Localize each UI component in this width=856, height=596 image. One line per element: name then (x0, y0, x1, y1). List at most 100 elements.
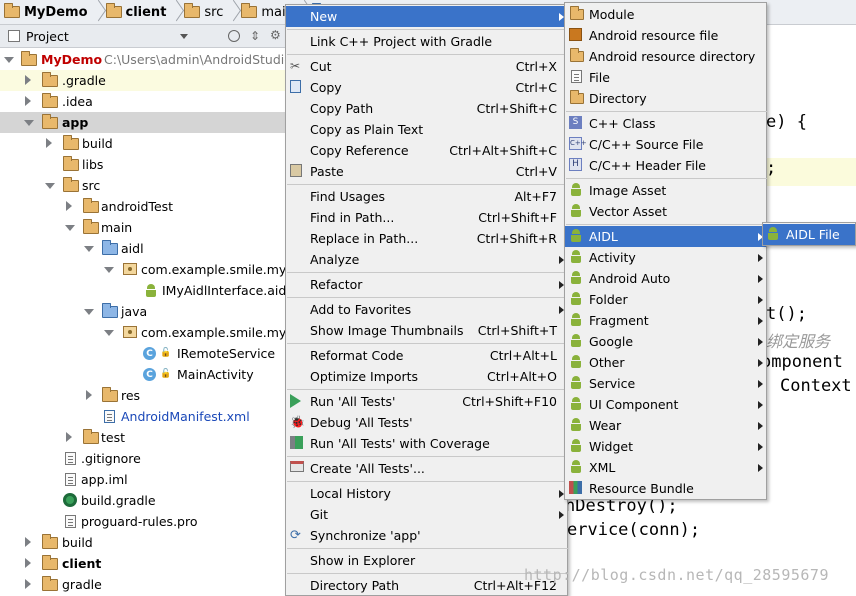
expand-arrow-icon[interactable] (86, 390, 92, 400)
tree-item-build[interactable]: build (0, 133, 285, 154)
new-item-file[interactable]: File (565, 67, 766, 88)
breadcrumb-item-src[interactable]: src (180, 0, 227, 24)
tree-item-androidtest[interactable]: androidTest (0, 196, 285, 217)
tree-item-gradle[interactable]: .gradle (0, 70, 285, 91)
tree-item-test[interactable]: test (0, 427, 285, 448)
tree-item-proguard[interactable]: proguard-rules.pro (0, 511, 285, 532)
expand-arrow-icon[interactable] (25, 96, 31, 106)
menu-item-copy-plain[interactable]: Copy as Plain Text (286, 119, 567, 140)
tree-item-mydemo[interactable]: MyDemo C:\Users\admin\AndroidStudio (0, 49, 285, 70)
tree-item-app[interactable]: app (0, 112, 285, 133)
tree-item-build-gradle[interactable]: build.gradle (0, 490, 285, 511)
expand-arrow-icon[interactable] (104, 267, 114, 273)
new-item-folder[interactable]: Folder (565, 289, 766, 310)
new-item-widget[interactable]: Widget (565, 436, 766, 457)
expand-arrow-icon[interactable] (25, 75, 31, 85)
tree-item-gradle-dir[interactable]: gradle (0, 574, 285, 595)
menu-item-copy-path[interactable]: Copy Path Ctrl+Shift+C (286, 98, 567, 119)
menu-item-git[interactable]: Git (286, 504, 567, 525)
tree-item-res[interactable]: res (0, 385, 285, 406)
expand-arrow-icon[interactable] (66, 432, 72, 442)
menu-item-run-tests[interactable]: Run 'All Tests' Ctrl+Shift+F10 (286, 391, 567, 412)
target-icon[interactable] (228, 30, 240, 42)
collapse-icon[interactable]: ⇕ (250, 29, 260, 43)
menu-item-cut[interactable]: ✂ Cut Ctrl+X (286, 56, 567, 77)
expand-arrow-icon[interactable] (84, 309, 94, 315)
menu-item-refactor[interactable]: Refactor (286, 274, 567, 295)
menu-item-local-history[interactable]: Local History (286, 483, 567, 504)
new-item-module[interactable]: Module (565, 4, 766, 25)
new-item-cpp-source[interactable]: C++ C/C++ Source File (565, 134, 766, 155)
gear-icon[interactable]: ⚙ (270, 28, 281, 42)
new-item-android-auto[interactable]: Android Auto (565, 268, 766, 289)
new-item-xml[interactable]: XML (565, 457, 766, 478)
project-view-selector[interactable]: Project (26, 29, 69, 44)
breadcrumb-item-mydemo[interactable]: MyDemo (0, 0, 92, 24)
expand-arrow-icon[interactable] (66, 201, 72, 211)
new-item-fragment[interactable]: Fragment (565, 310, 766, 331)
new-item-resource-directory[interactable]: Android resource directory (565, 46, 766, 67)
new-item-other[interactable]: Other (565, 352, 766, 373)
tree-item-java[interactable]: java (0, 301, 285, 322)
tree-item-manifest[interactable]: AndroidManifest.xml (0, 406, 285, 427)
expand-arrow-icon[interactable] (84, 246, 94, 252)
tree-item-idea[interactable]: .idea (0, 91, 285, 112)
expand-arrow-icon[interactable] (25, 579, 31, 589)
new-item-directory[interactable]: Directory (565, 88, 766, 109)
expand-arrow-icon[interactable] (46, 138, 52, 148)
menu-item-link-cpp[interactable]: Link C++ Project with Gradle (286, 31, 567, 52)
menu-item-synchronize[interactable]: ⟳ Synchronize 'app' (286, 525, 567, 546)
menu-item-copy[interactable]: Copy Ctrl+C (286, 77, 567, 98)
tree-item-src[interactable]: src (0, 175, 285, 196)
tree-item-mainactivity[interactable]: C 🔓 MainActivity (0, 364, 285, 385)
tree-item-gitignore[interactable]: .gitignore (0, 448, 285, 469)
tree-item-aidl-file[interactable]: IMyAidlInterface.aidl (0, 280, 285, 301)
expand-arrow-icon[interactable] (4, 57, 14, 63)
menu-item-show-thumbnails[interactable]: Show Image Thumbnails Ctrl+Shift+T (286, 320, 567, 341)
new-item-wear[interactable]: Wear (565, 415, 766, 436)
new-item-google[interactable]: Google (565, 331, 766, 352)
menu-item-debug-tests[interactable]: 🐞 Debug 'All Tests' (286, 412, 567, 433)
tree-item-aidl-package[interactable]: com.example.smile.myde (0, 259, 285, 280)
menu-item-analyze[interactable]: Analyze (286, 249, 567, 270)
aidl-item-file[interactable]: AIDL File (763, 224, 855, 245)
expand-arrow-icon[interactable] (65, 225, 75, 231)
expand-arrow-icon[interactable] (25, 537, 31, 547)
new-item-image-asset[interactable]: Image Asset (565, 180, 766, 201)
menu-item-optimize-imports[interactable]: Optimize Imports Ctrl+Alt+O (286, 366, 567, 387)
tree-item-libs[interactable]: libs (0, 154, 285, 175)
menu-item-find-in-path[interactable]: Find in Path... Ctrl+Shift+F (286, 207, 567, 228)
menu-item-new[interactable]: New (286, 6, 567, 27)
new-item-cpp-header[interactable]: H C/C++ Header File (565, 155, 766, 176)
new-item-cpp-class[interactable]: S C++ Class (565, 113, 766, 134)
menu-item-reformat[interactable]: Reformat Code Ctrl+Alt+L (286, 345, 567, 366)
new-item-ui-component[interactable]: UI Component (565, 394, 766, 415)
new-item-vector-asset[interactable]: Vector Asset (565, 201, 766, 222)
chevron-down-icon[interactable] (180, 34, 188, 39)
menu-item-add-favorites[interactable]: Add to Favorites (286, 299, 567, 320)
tree-item-root-build[interactable]: build (0, 532, 285, 553)
expand-arrow-icon[interactable] (45, 183, 55, 189)
expand-arrow-icon[interactable] (104, 330, 114, 336)
menu-item-find-usages[interactable]: Find Usages Alt+F7 (286, 186, 567, 207)
expand-arrow-icon[interactable] (24, 120, 34, 126)
tree-item-aidl[interactable]: aidl (0, 238, 285, 259)
tree-item-client[interactable]: client (0, 553, 285, 574)
tree-item-iremoteservice[interactable]: C 🔓 IRemoteService (0, 343, 285, 364)
menu-item-copy-reference[interactable]: Copy Reference Ctrl+Alt+Shift+C (286, 140, 567, 161)
menu-item-paste[interactable]: Paste Ctrl+V (286, 161, 567, 182)
new-item-service[interactable]: Service (565, 373, 766, 394)
menu-item-replace-in-path[interactable]: Replace in Path... Ctrl+Shift+R (286, 228, 567, 249)
new-item-aidl[interactable]: AIDL (565, 226, 766, 247)
new-item-activity[interactable]: Activity (565, 247, 766, 268)
menu-item-create-tests[interactable]: Create 'All Tests'... (286, 458, 567, 479)
new-item-resource-bundle[interactable]: Resource Bundle (565, 478, 766, 499)
code-editor[interactable]: e) { ; t(); 绑定服务 omponent Context (766, 48, 856, 596)
tree-item-java-package[interactable]: com.example.smile.myde (0, 322, 285, 343)
tree-item-app-iml[interactable]: app.iml (0, 469, 285, 490)
expand-arrow-icon[interactable] (25, 558, 31, 568)
tree-item-main[interactable]: main (0, 217, 285, 238)
menu-item-run-coverage[interactable]: Run 'All Tests' with Coverage (286, 433, 567, 454)
new-item-resource-file[interactable]: Android resource file (565, 25, 766, 46)
breadcrumb-item-client[interactable]: client (102, 0, 171, 24)
